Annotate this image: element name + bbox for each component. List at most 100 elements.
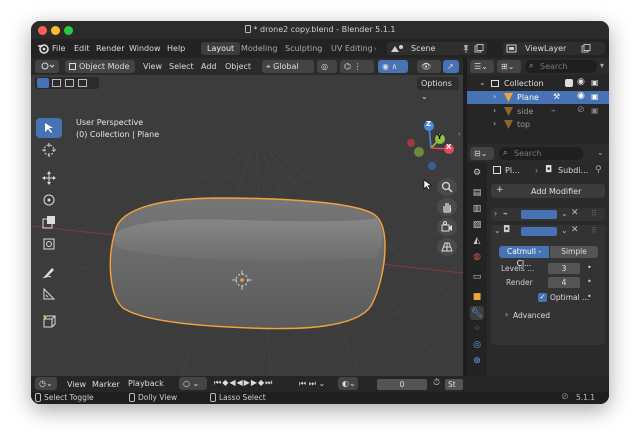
- hidden-eye-icon[interactable]: ⊘: [577, 105, 585, 115]
- current-frame-field[interactable]: 0: [377, 379, 427, 390]
- editor-type-button[interactable]: [35, 60, 59, 73]
- select-new-mode-icon[interactable]: [37, 78, 49, 88]
- workspace-tab-uv-editing[interactable]: UV Editing: [325, 42, 379, 55]
- expand-chevron-icon[interactable]: ›: [494, 209, 497, 218]
- tool-annotate[interactable]: [36, 262, 62, 282]
- modifier-visibility-toggles[interactable]: [521, 227, 557, 236]
- viewport-menu-object[interactable]: Object: [225, 62, 251, 71]
- perspective-toggle-button[interactable]: [437, 238, 457, 256]
- levels-viewport-field[interactable]: 3: [548, 263, 580, 274]
- render-levels-field[interactable]: 4: [548, 277, 580, 288]
- visibility-eye-icon[interactable]: ◉: [577, 91, 585, 101]
- tab-scene[interactable]: ◭: [470, 234, 484, 248]
- modifier-visibility-toggles[interactable]: [521, 210, 557, 219]
- tab-object[interactable]: ■: [470, 290, 484, 304]
- drag-handle-icon[interactable]: ⠿: [591, 226, 597, 235]
- tab-render[interactable]: ▤: [470, 186, 484, 200]
- outliner-editor-type-button[interactable]: ☰⌄: [470, 60, 494, 73]
- keyframe-dot-icon[interactable]: •: [587, 263, 592, 272]
- copy-view-layer-icon[interactable]: [581, 44, 591, 54]
- object-mode-dropdown[interactable]: Object Mode: [65, 60, 135, 73]
- view-layer-name[interactable]: ViewLayer: [525, 44, 566, 53]
- tool-transform[interactable]: [36, 234, 62, 254]
- pivot-point-dropdown[interactable]: ◎: [317, 60, 337, 73]
- sidebar-expand-chevron-icon[interactable]: ‹: [458, 130, 461, 138]
- tool-scale[interactable]: [36, 212, 62, 232]
- network-disabled-icon[interactable]: ⊘: [561, 392, 569, 402]
- view-layer-selector[interactable]: ViewLayer: [503, 42, 605, 55]
- navigation-gizmo[interactable]: Z Y X: [401, 118, 461, 178]
- start-frame-field[interactable]: St: [445, 379, 463, 390]
- properties-options-chevron-icon[interactable]: ⌄: [597, 148, 604, 157]
- catmull-clark-option[interactable]: Catmull - Cl...: [499, 246, 549, 268]
- auto-keying-toggle[interactable]: ○ ⌄: [179, 377, 207, 390]
- timeline-menu-view[interactable]: View: [67, 380, 86, 389]
- collapse-chevron-icon[interactable]: ⌄: [494, 226, 501, 235]
- tool-select-box[interactable]: [36, 118, 62, 138]
- outliner-row-plane[interactable]: › Plane ⚒ ◉ ▣: [467, 91, 609, 104]
- keying-icons[interactable]: ⏮ ⏭ ⌄: [299, 379, 325, 389]
- tab-collection[interactable]: ▭: [470, 270, 484, 284]
- advanced-subpanel-header[interactable]: › Advanced: [491, 309, 605, 322]
- snap-controls[interactable]: ⌬ ⋮: [340, 60, 374, 73]
- 3d-viewport[interactable]: Object Mode View Select Add Object ⌖ Glo…: [31, 58, 463, 376]
- keyframe-dot-icon[interactable]: •: [587, 277, 592, 286]
- options-dropdown[interactable]: Options ⌄: [417, 77, 459, 101]
- transform-orientation-dropdown[interactable]: ⌖ Global: [262, 60, 314, 73]
- prev-keyframe-icon[interactable]: ◆◀: [222, 378, 236, 387]
- keyframe-dot-icon[interactable]: •: [587, 292, 592, 301]
- properties-editor-type-button[interactable]: ⊟⌄: [470, 147, 494, 160]
- tool-add-cube[interactable]: [36, 312, 62, 332]
- tab-view-layer[interactable]: ▨: [470, 218, 484, 232]
- play-icon[interactable]: ▶: [244, 378, 251, 387]
- outliner[interactable]: ☰⌄ ⊞⌄ ⌕ Search ▾ ⌄ Collection ◉ ▣ › Plan…: [467, 58, 609, 143]
- camera-view-button[interactable]: [437, 218, 457, 236]
- drag-handle-icon[interactable]: ⠿: [591, 209, 597, 218]
- remove-modifier-x-icon[interactable]: ✕: [571, 225, 579, 235]
- properties-search-input[interactable]: ⌕ Search: [499, 147, 583, 160]
- plane-mesh-object[interactable]: [101, 188, 391, 333]
- tool-measure[interactable]: [36, 284, 62, 304]
- render-camera-icon[interactable]: ▣: [591, 106, 599, 115]
- tool-rotate[interactable]: [36, 190, 62, 210]
- menu-edit[interactable]: Edit: [74, 44, 90, 53]
- properties-editor[interactable]: ⊟⌄ ⌕ Search ⌄ ⚙ ▤ ▥ ▨ ◭ ◍ ▭ ■ 🔧︎ ⁘ ◎ ⊛ P…: [467, 145, 609, 376]
- scene-name[interactable]: Scene: [411, 44, 435, 53]
- visibility-eye-icon[interactable]: ◉: [577, 77, 585, 87]
- remove-modifier-x-icon[interactable]: ✕: [571, 208, 579, 218]
- select-invert-mode-icon[interactable]: [78, 79, 87, 87]
- tab-physics[interactable]: ◎: [470, 338, 484, 352]
- scene-selector[interactable]: Scene: [387, 42, 487, 55]
- keying-set-dropdown[interactable]: ◐⌄: [338, 377, 358, 390]
- jump-start-icon[interactable]: ⏮: [214, 378, 222, 387]
- workspace-tab-sculpting[interactable]: Sculpting: [279, 42, 328, 55]
- outliner-row-collection[interactable]: ⌄ Collection ◉ ▣: [467, 77, 609, 90]
- gizmo-toggle[interactable]: ↗: [443, 60, 459, 73]
- menu-render[interactable]: Render: [96, 44, 124, 53]
- viewport-visibility-dropdown[interactable]: 👁︎: [417, 60, 441, 73]
- viewport-menu-view[interactable]: View: [143, 62, 162, 71]
- zoom-button[interactable]: [437, 178, 457, 196]
- copy-scene-icon[interactable]: [474, 44, 484, 54]
- stopwatch-icon[interactable]: ⏱: [433, 378, 440, 388]
- render-camera-icon[interactable]: ▣: [591, 78, 599, 87]
- menu-help[interactable]: Help: [167, 44, 185, 53]
- tab-particles[interactable]: ⁘: [470, 322, 484, 336]
- select-subtract-mode-icon[interactable]: [65, 79, 74, 87]
- menu-file[interactable]: File: [52, 44, 65, 53]
- tab-output[interactable]: ▥: [470, 202, 484, 216]
- viewport-menu-add[interactable]: Add: [201, 62, 217, 71]
- optimal-display-checkbox[interactable]: ✓: [538, 293, 547, 302]
- add-modifier-button[interactable]: + Add Modifier: [491, 184, 605, 198]
- collapse-chevron-icon[interactable]: ⌄: [479, 78, 486, 87]
- tool-move[interactable]: [36, 168, 62, 188]
- tab-world[interactable]: ◍: [470, 250, 484, 264]
- workspace-more-chevron-icon[interactable]: ›: [374, 45, 377, 53]
- modifier-panel-collapsed[interactable]: › ⌁ ⌄ ✕ ⠿: [491, 208, 605, 221]
- next-keyframe-icon[interactable]: ▶◆: [251, 378, 265, 387]
- expand-chevron-icon[interactable]: ›: [493, 92, 496, 101]
- outliner-search-input[interactable]: ⌕ Search: [525, 60, 597, 73]
- render-camera-icon[interactable]: ▣: [591, 92, 599, 101]
- outliner-filter-display-mode[interactable]: ⊞⌄: [497, 60, 521, 73]
- menu-window[interactable]: Window: [129, 44, 161, 53]
